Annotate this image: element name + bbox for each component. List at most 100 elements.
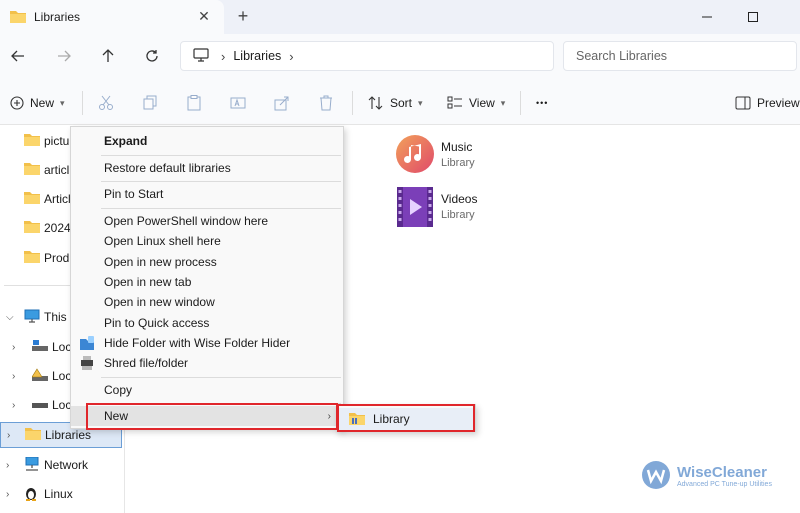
chevron-down-icon[interactable]: ⌵ [6,312,16,323]
chevron-right-icon[interactable]: › [12,371,22,382]
forward-button[interactable] [52,44,76,68]
chevron-right-icon[interactable]: › [12,342,22,353]
chevron-right-icon[interactable]: › [6,460,16,471]
menu-item-label: Hide Folder with Wise Folder Hider [104,336,291,350]
title-bar: Libraries ✕ + [0,0,800,34]
menu-item-label: New [104,409,129,423]
menu-separator [101,208,341,209]
nav-item-label: Loc [52,340,72,354]
preview-button[interactable]: Preview [735,92,800,114]
menu-item-new[interactable]: New › [71,406,343,426]
chevron-right-icon[interactable]: › [12,400,22,411]
up-button[interactable] [96,44,120,68]
sort-icon [368,96,383,110]
see-more-button[interactable]: ••• [536,92,548,114]
nav-item-label: Articl [44,192,71,206]
drive-icon [32,398,48,413]
library-item-videos[interactable]: Videos Library [395,186,477,231]
refresh-icon [146,50,158,62]
new-tab-button[interactable]: + [234,7,252,25]
videos-library-icon [395,186,435,231]
rename-icon [230,97,246,109]
menu-item-label: Pin to Start [104,187,164,201]
maximize-icon [748,12,758,22]
submenu-item-library[interactable]: Library [339,408,473,430]
drive-warning-icon [31,367,48,385]
preview-pane-icon [735,96,751,110]
toolbar-divider [82,91,83,115]
chevron-right-icon: › [327,410,331,422]
monitor-icon [24,309,40,326]
command-bar: New ▾ Sort ▾ View ▾ ••• Preview [0,80,800,125]
menu-item-open-new-window[interactable]: Open in new window [71,292,343,312]
nav-item-label: Loc [52,398,72,412]
context-menu: Expand Restore default libraries Pin to … [70,126,344,429]
menu-item-open-new-tab[interactable]: Open in new tab [71,272,343,292]
arrow-right-icon [58,50,71,62]
tab-title: Libraries [34,10,81,24]
clipboard-icon [187,95,201,111]
breadcrumb-libraries[interactable]: Libraries [233,49,281,63]
tab-libraries[interactable]: Libraries ✕ [0,0,224,34]
menu-item-restore-default-libraries[interactable]: Restore default libraries [71,158,343,178]
folder-icon [24,220,40,236]
arrow-up-icon [102,49,114,62]
scissors-icon [99,95,113,110]
menu-item-open-linux-shell[interactable]: Open Linux shell here [71,231,343,251]
chevron-down-icon: ▾ [500,97,506,108]
chevron-right-icon[interactable]: › [7,430,17,441]
copy-button[interactable] [142,92,158,114]
menu-item-pin-to-start[interactable]: Pin to Start [71,184,343,204]
delete-button[interactable] [318,92,334,114]
refresh-button[interactable] [140,44,164,68]
share-icon [274,96,289,111]
menu-item-copy[interactable]: Copy [71,380,343,400]
view-icon [447,96,462,109]
menu-item-shred[interactable]: Shred file/folder [71,353,343,373]
menu-separator [101,403,341,404]
nav-item-network[interactable]: › Network [0,452,122,478]
menu-item-hide-folder[interactable]: Hide Folder with Wise Folder Hider [71,333,343,353]
library-name: Videos [441,192,478,206]
close-tab-icon[interactable]: ✕ [196,8,212,24]
breadcrumb-chevron[interactable]: › [289,49,293,64]
library-item-music[interactable]: Music Library [395,134,475,177]
share-button[interactable] [274,92,290,114]
sort-button[interactable]: Sort ▾ [368,92,423,114]
rename-button[interactable] [230,92,246,114]
menu-item-open-powershell[interactable]: Open PowerShell window here [71,211,343,231]
toolbar-divider [352,91,353,115]
paste-button[interactable] [186,92,202,114]
navigation-row: › Libraries › Search Libraries [0,34,800,80]
menu-item-expand[interactable]: Expand [71,131,343,151]
library-type: Library [441,209,475,221]
nav-item-linux[interactable]: › Linux [0,481,122,507]
folder-icon [10,9,26,26]
view-button[interactable]: View ▾ [447,92,505,114]
menu-item-pin-quick-access[interactable]: Pin to Quick access [71,313,343,333]
menu-item-label: Open Linux shell here [104,234,221,248]
breadcrumb-separator: › [221,48,226,64]
folder-icon [24,133,40,149]
shredder-icon [79,355,95,374]
nav-item-label: Loc [52,369,72,383]
address-bar[interactable]: › Libraries › [180,41,554,71]
menu-item-open-new-process[interactable]: Open in new process [71,252,343,272]
copy-icon [143,95,157,110]
wise-folder-hider-icon [79,335,95,354]
nav-item-label: articl [44,163,70,177]
folder-icon [24,250,40,266]
chevron-right-icon[interactable]: › [6,489,16,500]
wisecleaner-watermark: WiseCleaner Advanced PC Tune-up Utilitie… [641,460,772,493]
watermark-tagline: Advanced PC Tune-up Utilities [677,480,772,488]
maximize-button[interactable] [730,0,776,34]
new-button[interactable]: New ▾ [10,92,65,114]
back-button[interactable] [6,44,30,68]
toolbar-divider [520,91,521,115]
menu-separator [101,377,341,378]
search-input[interactable]: Search Libraries [563,41,797,71]
minimize-button[interactable] [684,0,730,34]
nav-item-label: Linux [44,487,73,501]
trash-icon [320,95,332,111]
cut-button[interactable] [98,92,114,114]
